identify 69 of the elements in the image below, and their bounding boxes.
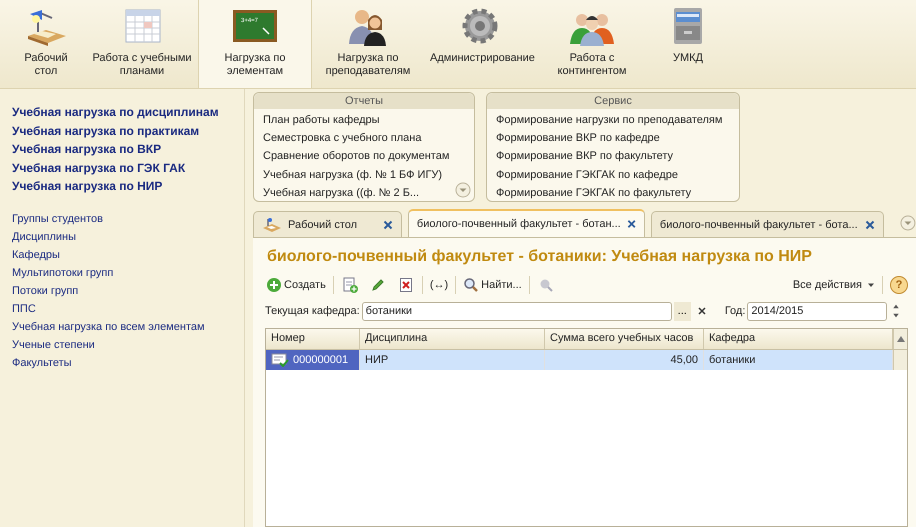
expand-icon[interactable] xyxy=(455,182,471,198)
nav-link[interactable]: Ученые степени xyxy=(12,336,95,354)
tab[interactable]: Рабочий стол xyxy=(253,211,402,237)
create-button[interactable]: Создать xyxy=(263,275,329,295)
field-label: Текущая кафедра: xyxy=(265,305,360,317)
year-field[interactable]: 2014/2015 xyxy=(747,302,888,320)
table-cell: 45,00 xyxy=(670,354,698,366)
section-button[interactable]: Рабочий стол xyxy=(6,0,86,88)
caret-icon xyxy=(867,282,875,288)
command-link[interactable]: Формирование ВКР по факультету xyxy=(496,147,674,166)
table-cell: 000000001 xyxy=(293,354,348,366)
nav-link[interactable]: Учебная нагрузка по ГЭК ГАК xyxy=(12,158,186,177)
command-link[interactable]: Формирование ГЭКГАК по факультету xyxy=(496,184,692,202)
close-icon[interactable] xyxy=(382,220,393,230)
nav-link[interactable]: Кафедры xyxy=(12,246,60,264)
nav-link[interactable]: ППС xyxy=(12,300,36,318)
field-label: Год: xyxy=(724,305,746,317)
table-row[interactable]: 000000001 НИР 45,00 ботаники xyxy=(266,350,907,370)
section-button[interactable]: УМКД xyxy=(648,0,728,88)
tab[interactable]: биолого-почвенный факультет - ботан... xyxy=(408,209,645,237)
nav-link[interactable]: Учебная нагрузка по НИР xyxy=(12,177,162,196)
delete-icon[interactable] xyxy=(398,277,414,293)
column-header[interactable]: Дисциплина xyxy=(360,329,545,349)
clear-icon[interactable] xyxy=(696,306,707,316)
department-field[interactable]: ботаники xyxy=(362,302,672,320)
command-link[interactable]: Формирование нагрузки по преподавателям xyxy=(496,111,722,130)
section-button[interactable]: Работа с контингентом xyxy=(536,0,648,88)
desk-icon xyxy=(262,216,282,232)
search-icon xyxy=(463,277,480,293)
command-link[interactable]: Формирование ВКР по кафедре xyxy=(496,129,660,148)
posted-document-icon xyxy=(271,353,289,367)
copy-icon[interactable] xyxy=(342,277,358,293)
command-link[interactable]: Формирование ГЭКГАК по кафедре xyxy=(496,166,678,184)
all-actions-button[interactable]: Все действия xyxy=(790,277,878,293)
select-button[interactable]: ... xyxy=(674,302,691,320)
panel-title: Отчеты xyxy=(254,93,474,109)
command-link[interactable]: Сравнение оборотов по документам xyxy=(263,147,450,166)
close-icon[interactable] xyxy=(865,220,876,230)
find-button[interactable]: Найти... xyxy=(460,275,525,295)
nav-link[interactable]: Учебная нагрузка по ВКР xyxy=(12,140,162,158)
command-link[interactable]: Семестровка с учебного плана xyxy=(263,129,422,148)
nav-link[interactable]: Мультипотоки групп xyxy=(12,264,114,282)
section-button[interactable]: Администрирование xyxy=(424,0,536,88)
nav-link[interactable]: Учебная нагрузка по практикам xyxy=(12,122,200,140)
tab-list-icon[interactable] xyxy=(900,215,916,231)
plus-icon xyxy=(266,277,282,293)
table-cell: НИР xyxy=(365,354,388,366)
column-header[interactable]: Сумма всего учебных часов xyxy=(545,329,704,349)
toggle-button[interactable]: (↔) xyxy=(426,277,452,293)
nav-link[interactable]: Группы студентов xyxy=(12,210,103,228)
panel-title: Сервис xyxy=(487,93,739,109)
section-button[interactable]: Работа с учебными планами xyxy=(86,0,198,88)
nav-link[interactable]: Учебная нагрузка по всем элементам xyxy=(12,318,205,336)
help-button[interactable]: ? xyxy=(890,276,908,294)
column-header[interactable]: Номер xyxy=(266,329,360,349)
scroll-up-icon[interactable] xyxy=(896,335,906,343)
form-title: биолого-почвенный факультет - ботаники: Учебная нагрузка по НИР xyxy=(266,247,813,267)
table-cell: ботаники xyxy=(709,354,756,366)
close-icon[interactable] xyxy=(626,219,636,229)
command-link[interactable]: План работы кафедры xyxy=(263,111,380,130)
command-link[interactable]: Учебная нагрузка (ф. № 1 БФ ИГУ) xyxy=(263,166,442,184)
command-link[interactable]: Учебная нагрузка ((ф. № 2 Б... xyxy=(263,184,420,202)
section-button[interactable]: Нагрузка по преподавателям xyxy=(312,0,424,88)
nav-link[interactable]: Факультеты xyxy=(12,354,72,372)
pencil-icon[interactable] xyxy=(370,277,386,293)
nav-link[interactable]: Потоки групп xyxy=(12,282,78,300)
tab[interactable]: биолого-почвенный факультет - бота... xyxy=(650,211,884,237)
nav-link[interactable]: Учебная нагрузка по дисциплинам xyxy=(12,103,219,122)
nav-link[interactable]: Дисциплины xyxy=(12,228,76,246)
